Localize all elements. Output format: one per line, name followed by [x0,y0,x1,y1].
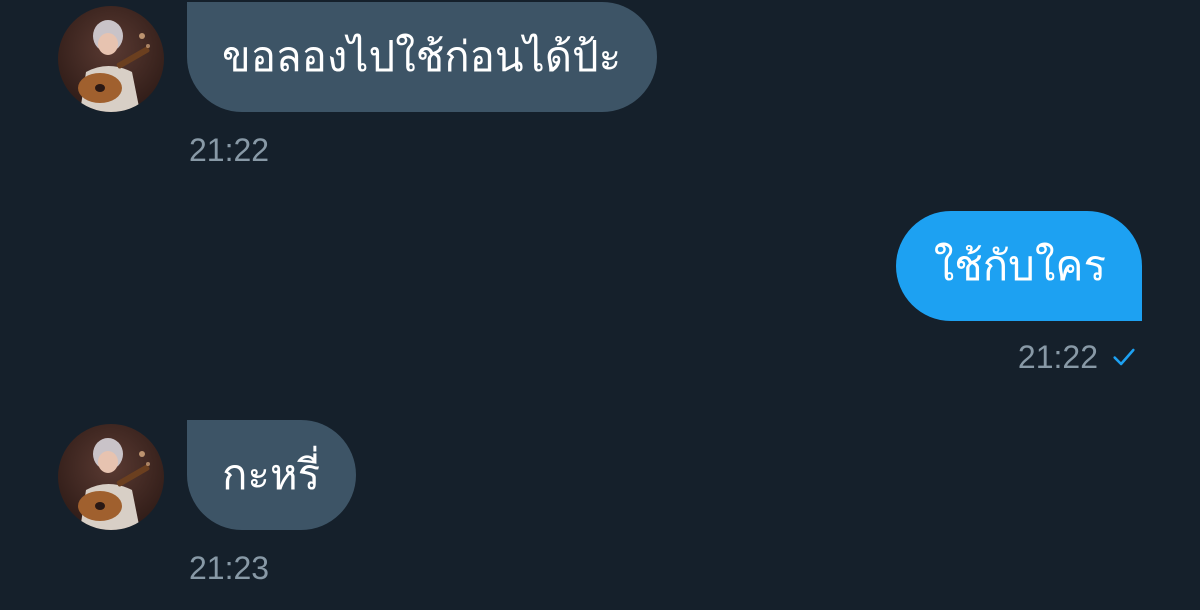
message-timestamp: 21:22 [189,132,270,168]
message-text: ใช้กับใคร [933,241,1106,290]
incoming-message-bubble[interactable]: ขอลองไปใช้ก่อนได้ป้ะ [187,2,658,112]
sender-avatar[interactable] [58,424,164,530]
message-timestamp: 21:22 [1017,339,1098,375]
user-avatar-guitar-icon [58,424,164,530]
message-text: กะหรี่ [222,450,321,499]
incoming-message-bubble[interactable]: กะหรี่ [187,420,357,530]
message-text: ขอลองไปใช้ก่อนได้ป้ะ [222,32,622,81]
checkmark-icon [1113,348,1135,366]
outgoing-message-bubble[interactable]: ใช้กับใคร [895,211,1142,321]
user-avatar-guitar-icon [58,6,164,112]
message-timestamp: 21:23 [189,550,270,586]
sender-avatar[interactable] [58,6,164,112]
outgoing-message-meta: 21:22 [1018,341,1138,373]
